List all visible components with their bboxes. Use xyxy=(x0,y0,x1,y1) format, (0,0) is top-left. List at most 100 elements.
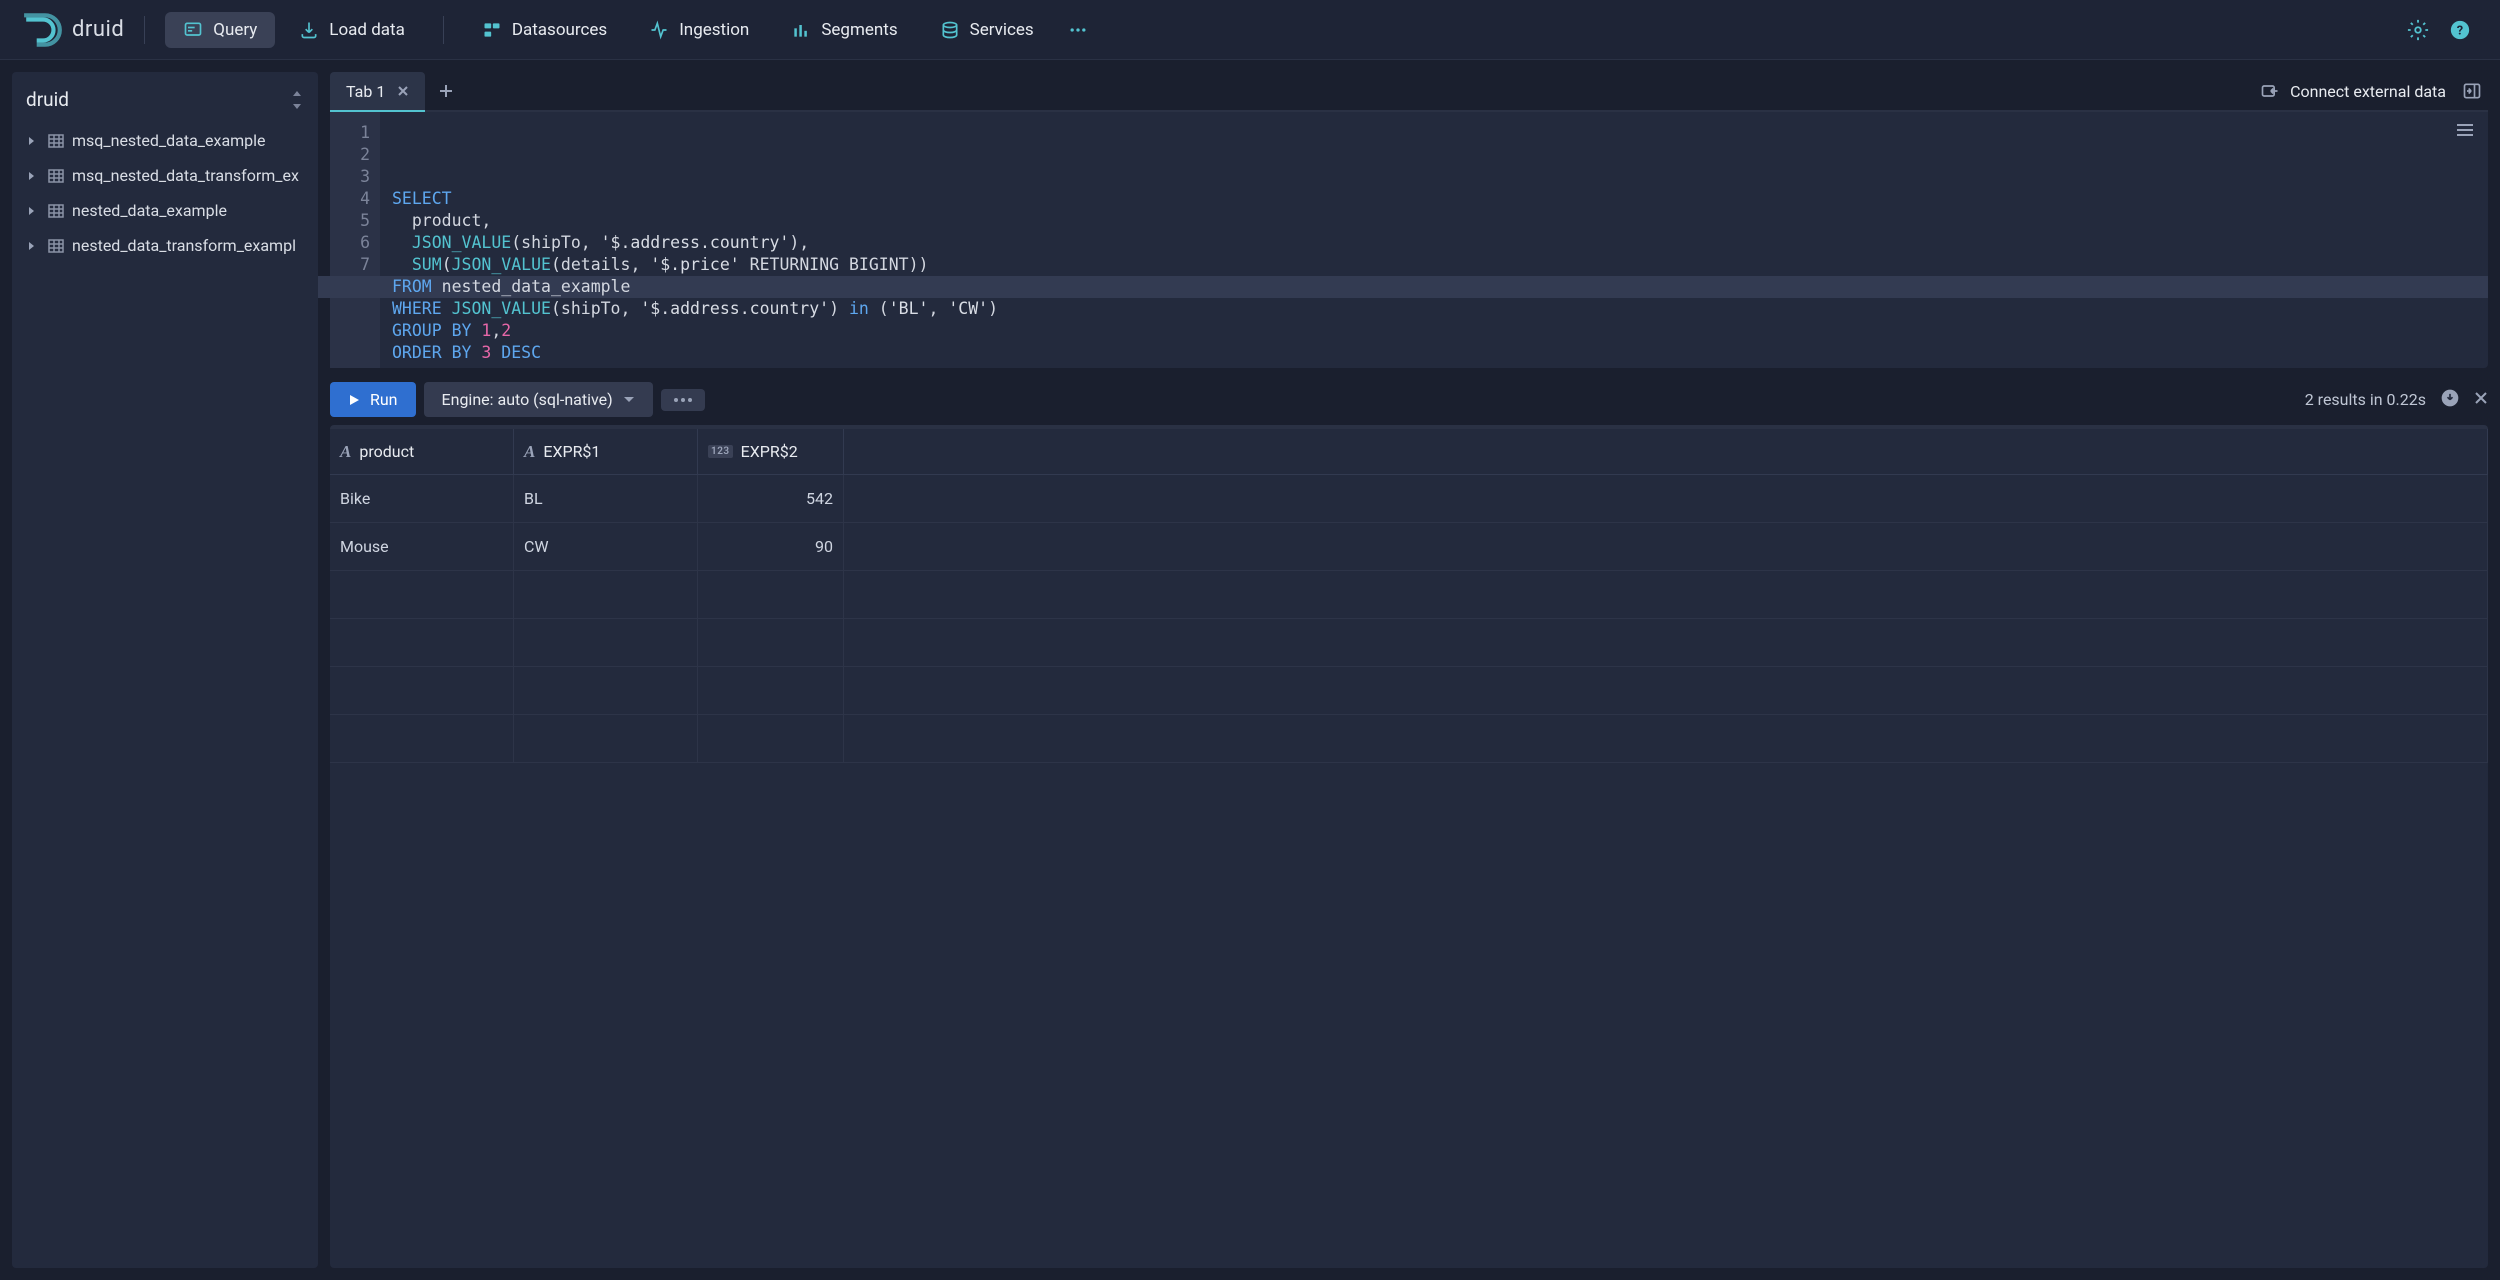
type-string-icon: A xyxy=(340,442,351,462)
table-item[interactable]: msq_nested_data_example xyxy=(18,123,312,158)
more-icon xyxy=(1068,20,1088,40)
connect-external-label: Connect external data xyxy=(2290,82,2446,101)
table-tree: msq_nested_data_example msq_nested_data_… xyxy=(12,123,318,263)
table-name: nested_data_example xyxy=(72,201,227,220)
column-header[interactable]: 123 EXPR$2 xyxy=(698,429,844,474)
nav-more[interactable] xyxy=(1058,12,1098,48)
download-icon xyxy=(2440,388,2460,408)
table-icon xyxy=(48,238,64,254)
column-name: EXPR$2 xyxy=(741,442,798,461)
table-icon xyxy=(48,133,64,149)
play-icon xyxy=(348,394,360,406)
logo[interactable]: druid xyxy=(22,9,124,51)
cell xyxy=(844,475,2488,522)
nav-load-data[interactable]: Load data xyxy=(281,12,423,48)
query-icon xyxy=(183,20,203,40)
settings-button[interactable] xyxy=(2400,12,2436,48)
table-item[interactable]: nested_data_transform_exampl xyxy=(18,228,312,263)
table-name: nested_data_transform_exampl xyxy=(72,236,296,255)
download-results[interactable] xyxy=(2440,388,2460,412)
chevron-right-icon xyxy=(26,136,40,146)
help-button[interactable]: ? xyxy=(2442,12,2478,48)
druid-logo-icon xyxy=(22,9,64,51)
panel-collapse[interactable] xyxy=(2456,81,2488,101)
cell: 90 xyxy=(698,523,844,570)
nav-datasources[interactable]: Datasources xyxy=(464,12,625,48)
nav-ingestion-label: Ingestion xyxy=(679,20,749,40)
nav-query-label: Query xyxy=(213,20,257,40)
results-header: AproductAEXPR$1123EXPR$2 xyxy=(330,429,2488,475)
table-row[interactable]: Bike BL 542 xyxy=(330,475,2488,523)
database-name: druid xyxy=(26,88,69,111)
divider xyxy=(144,16,145,44)
run-bar: Run Engine: auto (sql-native) 2 results … xyxy=(330,374,2488,425)
line-gutter: 12345678 xyxy=(330,112,380,368)
cell: CW xyxy=(514,523,698,570)
nav-segments[interactable]: Segments xyxy=(773,12,915,48)
close-results[interactable] xyxy=(2474,390,2488,409)
nav-ingestion[interactable]: Ingestion xyxy=(631,12,767,48)
sort-icon xyxy=(290,91,304,109)
panel-icon xyxy=(2462,81,2482,101)
cell xyxy=(844,523,2488,570)
table-row-empty xyxy=(330,667,2488,715)
table-icon xyxy=(48,168,64,184)
datasources-icon xyxy=(482,20,502,40)
table-item[interactable]: msq_nested_data_transform_ex xyxy=(18,158,312,193)
chevron-right-icon xyxy=(26,241,40,251)
nav-services-label: Services xyxy=(970,20,1034,40)
more-options[interactable] xyxy=(661,389,705,411)
nav-segments-label: Segments xyxy=(821,20,897,40)
table-item[interactable]: nested_data_example xyxy=(18,193,312,228)
cell: Mouse xyxy=(330,523,514,570)
column-header[interactable]: Aproduct xyxy=(330,429,514,474)
column-name: product xyxy=(359,442,414,461)
cell: BL xyxy=(514,475,698,522)
help-icon: ? xyxy=(2449,19,2471,41)
tab-active[interactable]: Tab 1 xyxy=(330,72,425,112)
nav-services[interactable]: Services xyxy=(922,12,1052,48)
tab-label: Tab 1 xyxy=(346,82,385,101)
gear-icon xyxy=(2407,19,2429,41)
sidebar: druid msq_nested_data_example msq_nested… xyxy=(12,72,318,1268)
run-button[interactable]: Run xyxy=(330,382,416,417)
table-row[interactable]: Mouse CW 90 xyxy=(330,523,2488,571)
close-icon xyxy=(2474,391,2488,405)
nav-query[interactable]: Query xyxy=(165,12,275,48)
results-info: 2 results in 0.22s xyxy=(2305,388,2488,412)
segments-icon xyxy=(791,20,811,40)
table-row-empty xyxy=(330,619,2488,667)
connect-external-data[interactable]: Connect external data xyxy=(2250,81,2456,101)
run-label: Run xyxy=(370,390,398,409)
services-icon xyxy=(940,20,960,40)
ingestion-icon xyxy=(649,20,669,40)
results-info-text: 2 results in 0.22s xyxy=(2305,390,2426,409)
import-icon xyxy=(2260,81,2280,101)
more-icon xyxy=(673,397,693,403)
main: Tab 1 Connect external data 12345678 xyxy=(330,72,2488,1268)
sql-editor[interactable]: 12345678 SELECT product, JSON_VALUE(ship… xyxy=(330,112,2488,368)
cell: Bike xyxy=(330,475,514,522)
database-select[interactable]: druid xyxy=(12,80,318,123)
divider xyxy=(443,16,444,44)
column-header[interactable]: A EXPR$1 xyxy=(514,429,698,474)
chevron-right-icon xyxy=(26,171,40,181)
type-string-icon: A xyxy=(524,442,535,462)
tab-bar: Tab 1 Connect external data xyxy=(330,72,2488,112)
add-tab[interactable] xyxy=(425,79,467,103)
svg-text:?: ? xyxy=(2457,23,2463,38)
cell: 542 xyxy=(698,475,844,522)
table-row-empty xyxy=(330,715,2488,763)
type-numeric-icon: 123 xyxy=(708,445,733,458)
chevron-right-icon xyxy=(26,206,40,216)
code-area[interactable]: SELECT product, JSON_VALUE(shipTo, '$.ad… xyxy=(380,112,2488,368)
header: druid Query Load data Datasources Ingest… xyxy=(0,0,2500,60)
results-table: AproductAEXPR$1123EXPR$2 Bike BL 542 Mou… xyxy=(330,425,2488,1268)
close-tab-icon[interactable] xyxy=(397,82,409,101)
column-name: EXPR$1 xyxy=(543,442,600,461)
table-row-empty xyxy=(330,571,2488,619)
editor-menu[interactable] xyxy=(2456,122,2474,141)
engine-select[interactable]: Engine: auto (sql-native) xyxy=(424,382,653,417)
load-data-icon xyxy=(299,20,319,40)
results-body: Bike BL 542 Mouse CW 90 xyxy=(330,475,2488,763)
